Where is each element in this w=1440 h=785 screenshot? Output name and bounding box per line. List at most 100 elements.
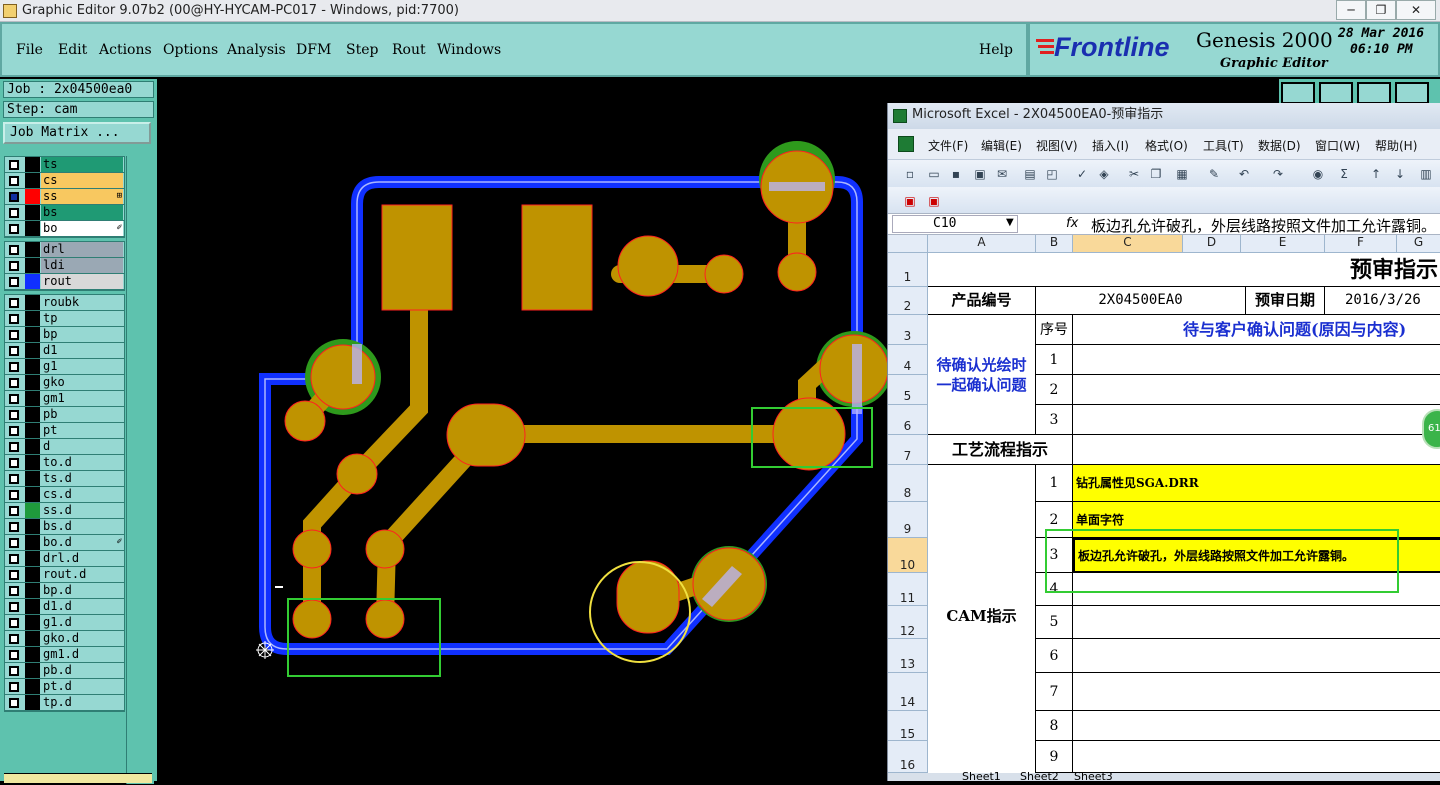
layer-checkbox[interactable] <box>9 298 19 308</box>
layer-row-gm1-d[interactable]: gm1.d <box>5 647 124 663</box>
layer-checkbox[interactable] <box>9 426 19 436</box>
menu-file[interactable]: File <box>16 42 43 58</box>
layer-row-pt-d[interactable]: pt.d <box>5 679 124 695</box>
layer-color-swatch[interactable] <box>25 647 40 662</box>
cam-item-cell[interactable] <box>1073 639 1440 673</box>
layer-color-swatch[interactable] <box>25 439 40 454</box>
row-header[interactable]: 16 <box>888 741 928 773</box>
layer-color-swatch[interactable] <box>25 157 40 172</box>
layer-checkbox[interactable] <box>9 192 19 202</box>
layer-row-ts-d[interactable]: ts.d <box>5 471 124 487</box>
layer-checkbox[interactable] <box>9 394 19 404</box>
layer-color-swatch[interactable] <box>25 487 40 502</box>
process-cell[interactable] <box>1073 435 1440 465</box>
seq-cell[interactable]: 3 <box>1036 405 1073 435</box>
cam-seq-cell[interactable]: 8 <box>1036 711 1073 741</box>
excel-doc-icon[interactable] <box>898 136 914 152</box>
layer-checkbox[interactable] <box>9 208 19 218</box>
layer-row-drl[interactable]: drl <box>5 242 124 258</box>
layer-checkbox[interactable] <box>9 666 19 676</box>
layer-checkbox[interactable] <box>9 176 19 186</box>
layer-row-bp[interactable]: bp <box>5 327 124 343</box>
layer-color-swatch[interactable] <box>25 519 40 534</box>
sort-descending-icon[interactable]: ↓ <box>1392 166 1408 182</box>
cam-seq-cell[interactable]: 1 <box>1036 465 1073 502</box>
layer-row-to-d[interactable]: to.d <box>5 455 124 471</box>
column-header[interactable]: B <box>1036 235 1073 253</box>
layer-row-rout[interactable]: rout <box>5 274 124 290</box>
issue-cell[interactable] <box>1073 405 1440 435</box>
layer-color-swatch[interactable] <box>25 274 40 289</box>
layer-name[interactable]: bo <box>41 221 123 236</box>
layer-checkbox[interactable] <box>9 245 19 255</box>
product-no-value[interactable]: 2X04500EA0 <box>1036 287 1246 315</box>
row-header[interactable]: 9 <box>888 502 928 538</box>
layer-checkbox[interactable] <box>9 634 19 644</box>
layer-name[interactable]: pb.d <box>41 663 123 678</box>
row-header[interactable]: 14 <box>888 673 928 711</box>
layer-checkbox[interactable] <box>9 378 19 388</box>
new-icon[interactable]: ▫ <box>902 166 918 182</box>
menu-step[interactable]: Step <box>346 42 378 58</box>
layer-color-swatch[interactable] <box>25 311 40 326</box>
open-icon[interactable]: ▭ <box>926 166 942 182</box>
layer-color-swatch[interactable] <box>25 599 40 614</box>
layer-row-g1-d[interactable]: g1.d <box>5 615 124 631</box>
undo-icon[interactable]: ↶ <box>1236 166 1252 182</box>
row-header[interactable]: 10 <box>888 538 928 573</box>
layer-checkbox[interactable] <box>9 277 19 287</box>
layer-checkbox[interactable] <box>9 554 19 564</box>
layer-checkbox[interactable] <box>9 330 19 340</box>
layer-color-swatch[interactable] <box>25 663 40 678</box>
copy-icon[interactable]: ❐ <box>1148 166 1164 182</box>
issue-cell[interactable] <box>1073 345 1440 375</box>
layer-checkbox[interactable] <box>9 261 19 271</box>
layer-row-bs[interactable]: bs <box>5 205 124 221</box>
layer-checkbox[interactable] <box>9 224 19 234</box>
excel-menu-data[interactable]: 数据(D) <box>1258 137 1301 154</box>
row-header[interactable]: 5 <box>888 375 928 405</box>
row-header[interactable]: 4 <box>888 345 928 375</box>
layer-color-swatch[interactable] <box>25 567 40 582</box>
excel-menu-view[interactable]: 视图(V) <box>1036 137 1078 154</box>
layer-color-swatch[interactable] <box>25 471 40 486</box>
layer-checkbox[interactable] <box>9 506 19 516</box>
cam-seq-cell[interactable]: 7 <box>1036 673 1073 711</box>
menu-edit[interactable]: Edit <box>58 42 87 58</box>
layer-color-swatch[interactable] <box>25 615 40 630</box>
layer-checkbox[interactable] <box>9 570 19 580</box>
excel-menu-format[interactable]: 格式(O) <box>1145 137 1188 154</box>
sheet-tab[interactable]: Sheet2 <box>1020 770 1059 783</box>
layer-color-swatch[interactable] <box>25 695 40 710</box>
product-no-label[interactable]: 产品编号 <box>928 287 1036 315</box>
layer-row-cs[interactable]: cs <box>5 173 124 189</box>
layer-name[interactable]: rout <box>41 274 123 289</box>
layer-color-swatch[interactable] <box>25 189 40 204</box>
hyperlink-icon[interactable]: ◉ <box>1310 166 1326 182</box>
excel-menu-tools[interactable]: 工具(T) <box>1203 137 1244 154</box>
excel-menu-help[interactable]: 帮助(H) <box>1375 137 1417 154</box>
fx-icon[interactable]: fx <box>1066 216 1078 231</box>
seq-cell[interactable]: 2 <box>1036 375 1073 405</box>
research-icon[interactable]: ◈ <box>1096 166 1112 182</box>
sheet-title[interactable]: 预审指示 <box>928 253 1440 287</box>
formula-input[interactable]: 板边孔允许破孔，外层线路按照文件加工允许露铜。 <box>1091 215 1436 236</box>
layer-name[interactable]: d1 <box>41 343 123 358</box>
layer-name[interactable]: rout.d <box>41 567 123 582</box>
print-preview-icon[interactable]: ◰ <box>1044 166 1060 182</box>
row-header[interactable]: 2 <box>888 287 928 315</box>
layer-name[interactable]: drl.d <box>41 551 123 566</box>
layer-name[interactable]: tp.d <box>41 695 123 710</box>
layer-row-bo-d[interactable]: bo.d ✐ <box>5 535 124 551</box>
cam-item-cell[interactable]: 钻孔属性见SGA.DRR <box>1073 465 1440 502</box>
layer-name[interactable]: bp <box>41 327 123 342</box>
spreadsheet-grid[interactable]: A B C D E F G 1 2 3 4 5 6 7 8 9 10 11 12… <box>888 235 1440 781</box>
layer-row-d1[interactable]: d1 <box>5 343 124 359</box>
permission-icon[interactable]: ▣ <box>972 166 988 182</box>
review-date-value[interactable]: 2016/3/26 <box>1325 287 1440 315</box>
column-header[interactable]: G <box>1397 235 1440 253</box>
layer-row-tp-d[interactable]: tp.d <box>5 695 124 711</box>
layer-checkbox[interactable] <box>9 362 19 372</box>
redo-icon[interactable]: ↷ <box>1270 166 1286 182</box>
layer-color-swatch[interactable] <box>25 679 40 694</box>
